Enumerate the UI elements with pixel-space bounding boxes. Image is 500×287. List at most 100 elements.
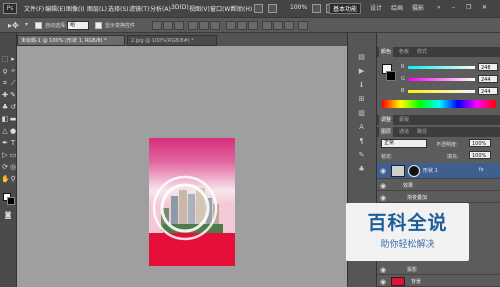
tab-untitled-1[interactable]: 未标题-1 @ 100% (形状 1, RGB/8) * (17, 35, 125, 46)
channel-b-slider[interactable] (408, 90, 475, 93)
menu-layer[interactable]: 图层(L) (87, 4, 107, 13)
align-bottom-icon[interactable] (174, 21, 184, 30)
menu-image[interactable]: 图像(I) (66, 4, 84, 13)
color-panel-background[interactable] (386, 71, 396, 81)
close-icon[interactable]: ✕ (482, 4, 487, 11)
tab-2-jpg[interactable]: 2.jpg @ 100%(RGB/8#) * (127, 35, 217, 46)
layer-shape-1[interactable]: ◉ 形状 1 fx (377, 163, 500, 179)
blend-mode-dropdown[interactable]: 正常 (381, 139, 427, 148)
workspace-photography[interactable]: 摄影 (409, 3, 427, 14)
move-tool-icon[interactable]: ▸✥ (8, 21, 19, 30)
path-select-icon[interactable]: ▷ (1, 151, 9, 159)
visibility-eye-icon[interactable]: ◉ (380, 182, 386, 190)
info-panel-icon[interactable]: ℹ (357, 81, 366, 90)
gradient-tool-icon[interactable]: ▬ (9, 115, 17, 123)
distribute-bottom-icon[interactable] (248, 21, 258, 30)
actions-panel-icon[interactable]: ▶ (357, 67, 366, 76)
tab-masks[interactable]: 蒙版 (397, 115, 411, 125)
distribute-left-icon[interactable] (262, 21, 272, 30)
layer-fx-icon[interactable]: fx (479, 167, 484, 173)
zoom-level[interactable]: 100% (290, 4, 307, 11)
layer-name[interactable]: 背景 (411, 278, 421, 285)
lasso-tool-icon[interactable]: ϙ (1, 67, 9, 75)
3d-rotate-icon[interactable]: ⟳ (1, 163, 9, 171)
menu-analysis[interactable]: 分析(A) (150, 4, 171, 13)
channel-r-slider[interactable] (408, 66, 475, 69)
workspace-painting[interactable]: 绘画 (388, 3, 406, 14)
visibility-eye-icon[interactable]: ◉ (380, 278, 386, 286)
layer-effect-gradient-overlay[interactable]: ◉ 渐变叠加 (377, 192, 500, 203)
tab-swatches[interactable]: 色板 (397, 47, 411, 57)
visibility-eye-icon[interactable]: ◉ (380, 266, 386, 274)
document-canvas[interactable] (149, 138, 235, 266)
auto-select-checkbox[interactable] (35, 22, 42, 29)
histogram-panel-icon[interactable]: ▥ (357, 109, 366, 118)
history-panel-icon[interactable]: ▤ (357, 53, 366, 62)
channel-b-value[interactable]: 244 (478, 87, 498, 95)
align-vcenter-icon[interactable] (163, 21, 173, 30)
bridge-icon[interactable] (254, 4, 263, 13)
distribute-right-icon[interactable] (284, 21, 294, 30)
character-panel-icon[interactable]: A (357, 123, 366, 132)
shape-tool-icon[interactable]: ▭ (9, 151, 17, 159)
auto-align-icon[interactable] (298, 21, 308, 30)
tab-styles[interactable]: 样式 (415, 47, 429, 57)
pen-tool-icon[interactable]: ✒ (1, 139, 9, 147)
show-transform-checkbox[interactable] (95, 22, 102, 29)
menu-window[interactable]: 窗口(W) (210, 4, 233, 13)
layer-effect-drop-shadow[interactable]: ◉ 投影 (377, 264, 500, 275)
3d-orbit-icon[interactable]: ◎ (9, 163, 17, 171)
layer-name[interactable]: 形状 1 (423, 167, 438, 174)
visibility-eye-icon[interactable]: ◉ (380, 194, 386, 202)
marquee-tool-icon[interactable]: ⬚ (1, 55, 9, 63)
background-color-swatch[interactable] (7, 197, 15, 205)
align-top-icon[interactable] (152, 21, 162, 30)
paragraph-panel-icon[interactable]: ¶ (357, 137, 366, 146)
layer-effects-group[interactable]: ◉ 效果 (377, 180, 500, 191)
history-brush-icon[interactable]: ↺ (9, 103, 17, 111)
menu-filter[interactable]: 滤镜(T) (129, 4, 149, 13)
dodge-tool-icon[interactable]: ● (9, 127, 17, 135)
tool-preset-dropdown[interactable]: ▾ (25, 21, 28, 28)
minimize-icon[interactable]: – (452, 4, 455, 11)
distribute-vcenter-icon[interactable] (237, 21, 247, 30)
minibridge-icon[interactable] (268, 4, 277, 13)
brushes-panel-icon[interactable]: ✎ (357, 151, 366, 160)
navigator-panel-icon[interactable]: ⊞ (357, 95, 366, 104)
healing-brush-icon[interactable]: ✚ (1, 91, 9, 99)
tab-paths[interactable]: 路径 (415, 127, 429, 137)
distribute-top-icon[interactable] (226, 21, 236, 30)
move-tool-icon[interactable]: ▸ (9, 55, 17, 63)
align-right-icon[interactable] (210, 21, 220, 30)
zoom-tool-icon[interactable]: ⚲ (9, 175, 17, 183)
visibility-eye-icon[interactable]: ◉ (380, 167, 386, 175)
menu-help[interactable]: 帮助(H) (231, 4, 252, 13)
distribute-hcenter-icon[interactable] (273, 21, 283, 30)
menu-3d[interactable]: 3D(D) (171, 4, 189, 11)
clone-source-panel-icon[interactable]: ♣ (357, 165, 366, 174)
eyedropper-tool-icon[interactable]: ⟋ (9, 79, 17, 87)
workspace-design[interactable]: 设计 (367, 3, 385, 14)
opacity-value[interactable]: 100% (469, 139, 491, 147)
align-left-icon[interactable] (188, 21, 198, 30)
channel-r-value[interactable]: 248 (478, 63, 498, 71)
blur-tool-icon[interactable]: △ (1, 127, 9, 135)
channel-g-value[interactable]: 244 (478, 75, 498, 83)
menu-select[interactable]: 选择(S) (108, 4, 129, 13)
eraser-tool-icon[interactable]: ◧ (1, 115, 9, 123)
channel-g-slider[interactable] (408, 78, 475, 81)
workspace-essentials[interactable]: 基本功能 (329, 3, 362, 14)
fill-value[interactable]: 100% (469, 151, 491, 159)
clone-stamp-icon[interactable]: ♣ (1, 103, 9, 111)
layer-background[interactable]: ◉ 背景 (377, 276, 500, 287)
tab-adjustments[interactable]: 调整 (379, 115, 394, 125)
more-workspaces-icon[interactable]: » (437, 4, 441, 11)
menu-edit[interactable]: 编辑(E) (45, 4, 65, 13)
brush-tool-icon[interactable]: ✎ (9, 91, 17, 99)
type-tool-icon[interactable]: T (9, 139, 17, 147)
view-extras-icon[interactable] (312, 4, 321, 13)
align-hcenter-icon[interactable] (199, 21, 209, 30)
tab-layers[interactable]: 图层 (379, 127, 394, 137)
crop-tool-icon[interactable]: ⌗ (1, 79, 9, 87)
hand-tool-icon[interactable]: ✋ (1, 175, 10, 183)
